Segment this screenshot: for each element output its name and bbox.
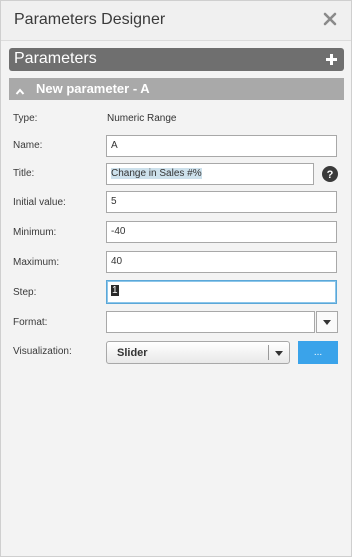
title-field[interactable]: Change in Sales #% (106, 163, 314, 185)
plus-icon[interactable] (325, 53, 338, 66)
step-label: Step: (13, 287, 37, 298)
help-icon[interactable]: ? (322, 166, 338, 182)
name-field[interactable]: A (106, 135, 337, 157)
visualization-value: Slider (117, 347, 148, 359)
step-value: 1 (111, 285, 119, 296)
maximum-label: Maximum: (13, 257, 60, 268)
parameters-section-header: Parameters (9, 48, 344, 71)
parameter-header[interactable]: New parameter - A (9, 78, 344, 100)
initial-value-field[interactable]: 5 (106, 191, 337, 213)
initial-value: 5 (111, 196, 117, 207)
name-label: Name: (13, 140, 43, 151)
chevron-down-icon (323, 320, 331, 325)
section-title: Parameters (14, 50, 97, 67)
chevron-down-icon (275, 351, 283, 356)
window-title: Parameters Designer (14, 11, 166, 28)
initial-value-label: Initial value: (13, 197, 66, 208)
chevron-up-icon[interactable] (15, 84, 25, 95)
minimum-field[interactable]: -40 (106, 221, 337, 243)
select-divider (268, 345, 269, 360)
title-label: Title: (13, 168, 35, 179)
type-label: Type: (13, 113, 38, 124)
title-value: Change in Sales #% (111, 168, 202, 179)
svg-text:?: ? (327, 169, 334, 181)
format-field[interactable] (106, 311, 315, 333)
visualization-options-button[interactable]: ... (298, 341, 338, 364)
visualization-label: Visualization: (13, 346, 72, 357)
maximum-value: 40 (111, 256, 123, 267)
format-label: Format: (13, 317, 48, 328)
name-value: A (111, 140, 118, 151)
maximum-field[interactable]: 40 (106, 251, 337, 273)
title-bar: Parameters Designer (1, 1, 351, 41)
parameters-designer-panel: Parameters Designer Parameters New param… (0, 0, 352, 557)
type-value: Numeric Range (107, 113, 177, 124)
minimum-label: Minimum: (13, 227, 57, 238)
visualization-select[interactable]: Slider (106, 341, 290, 364)
format-dropdown-button[interactable] (316, 311, 338, 333)
minimum-value: -40 (111, 226, 126, 237)
close-icon[interactable] (321, 10, 339, 28)
parameter-title: New parameter - A (36, 81, 150, 96)
step-field[interactable]: 1 (106, 280, 337, 304)
